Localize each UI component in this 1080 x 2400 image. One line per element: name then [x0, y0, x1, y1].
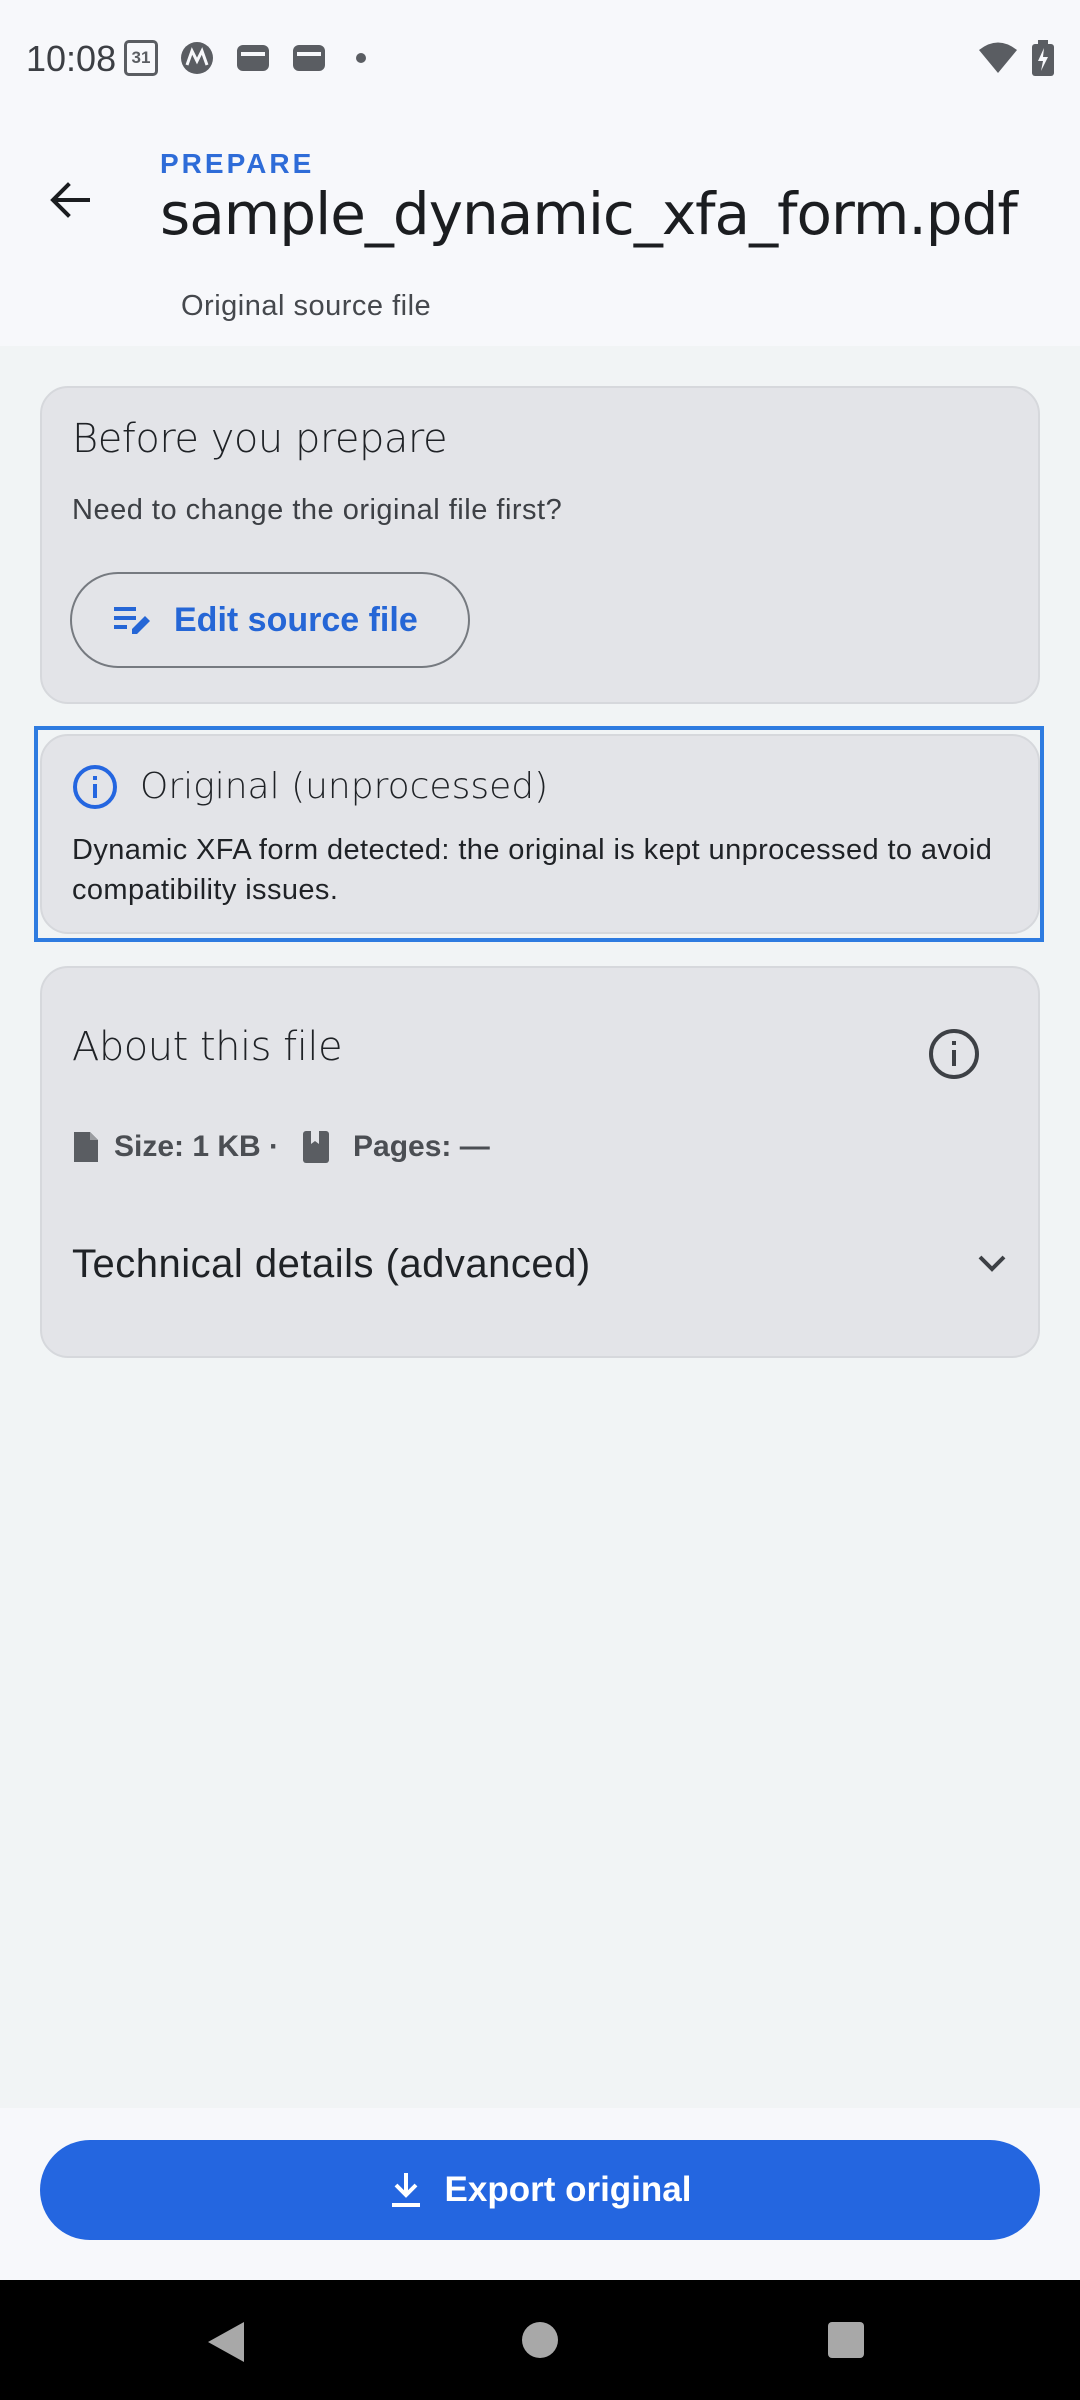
chevron-down-icon	[978, 1255, 1006, 1272]
status-time: 10:08	[26, 38, 117, 79]
notice-body: Dynamic XFA form detected: the original …	[72, 834, 993, 906]
screen-eyebrow: PREPARE	[160, 148, 315, 179]
arrow-left-icon	[50, 182, 90, 218]
technical-details-label: Technical details (advanced)	[72, 1241, 591, 1286]
edit-source-file-button[interactable]: Edit source file	[70, 572, 470, 668]
nav-back-icon[interactable]	[206, 2320, 246, 2364]
wallet-icon	[237, 45, 269, 71]
status-bar: 10:08 31	[0, 0, 1080, 120]
before-you-prepare-card: Before you prepare Need to change the or…	[40, 386, 1040, 704]
page-count: Pages: —	[353, 1130, 490, 1163]
file-info-button[interactable]	[924, 1024, 984, 1084]
page-title: sample_dynamic_xfa_form.pdf	[160, 180, 1018, 248]
edit-source-file-label: Edit source file	[174, 600, 418, 639]
page-subtitle: Original source file	[181, 290, 432, 322]
calendar-icon: 31	[124, 40, 158, 76]
card-title: Before you prepare	[72, 416, 448, 462]
technical-details-expander[interactable]: Technical details (advanced)	[72, 1232, 1012, 1296]
file-metadata-row: Size: 1 KB · Pages: —	[72, 1130, 490, 1164]
download-icon	[391, 2173, 420, 2207]
status-system-icons	[978, 40, 1054, 76]
motorola-icon	[181, 42, 213, 74]
back-button[interactable]	[30, 160, 110, 240]
battery-charging-icon	[1032, 40, 1054, 76]
export-original-button[interactable]: Export original	[40, 2140, 1040, 2240]
info-circle-outline-icon	[929, 1029, 979, 1079]
app-bar: PREPARE sample_dynamic_xfa_form.pdf Orig…	[0, 120, 1080, 346]
book-icon	[303, 1131, 330, 1163]
bottom-action-bar: Export original	[0, 2108, 1080, 2280]
system-navigation-bar	[0, 2280, 1080, 2400]
info-circle-icon	[73, 765, 117, 809]
nav-home-icon[interactable]	[522, 2322, 558, 2358]
file-size: Size: 1 KB ·	[114, 1130, 280, 1163]
status-notification-icons: 31	[124, 40, 366, 76]
notice-title: Original (unprocessed)	[140, 766, 549, 807]
edit-note-icon	[114, 607, 150, 634]
about-this-file-card: About this file Size: 1 KB · Pages: — Te…	[40, 966, 1040, 1358]
file-icon	[74, 1132, 98, 1162]
wallet-icon	[293, 45, 325, 71]
wifi-icon	[979, 42, 1017, 73]
export-original-label: Export original	[444, 2170, 692, 2209]
card-title: About this file	[72, 1024, 343, 1070]
card-description: Need to change the original file first?	[72, 494, 563, 526]
nav-recents-icon[interactable]	[828, 2322, 864, 2358]
original-unprocessed-notice[interactable]: Original (unprocessed) Dynamic XFA form …	[40, 734, 1040, 934]
more-notifications-dot-icon	[356, 53, 366, 63]
